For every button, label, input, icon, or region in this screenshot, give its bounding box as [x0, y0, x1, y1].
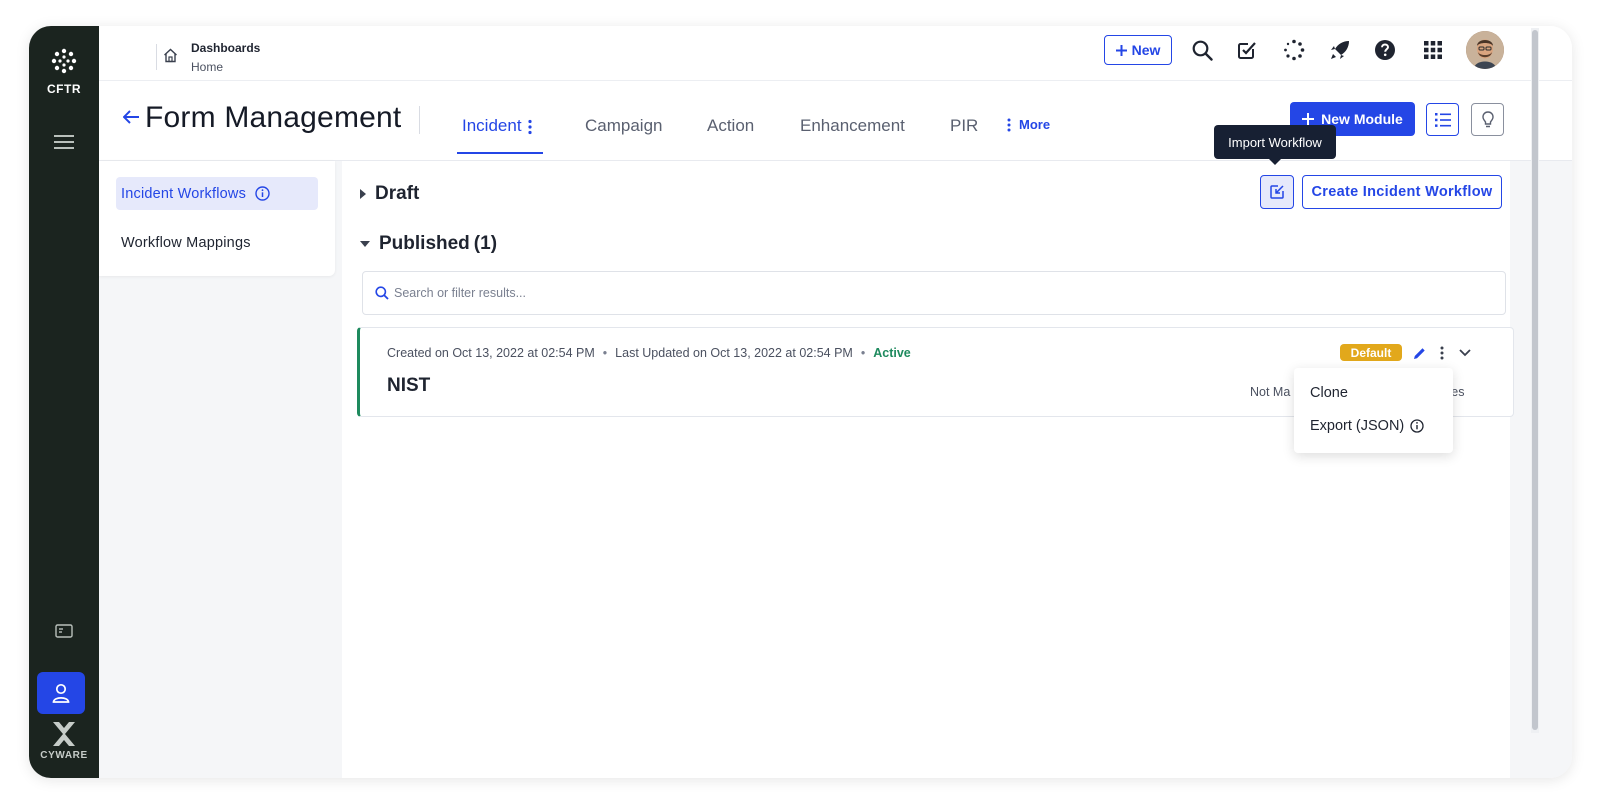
- plus-icon: [1302, 113, 1315, 125]
- search-icon: [375, 286, 389, 300]
- mapping-status-text: Not Ma: [1250, 385, 1291, 399]
- app-window: CFTR CYWARE Dashboards Home New Form Man…: [29, 26, 1572, 778]
- divider: [419, 106, 420, 134]
- active-tab-indicator: [457, 152, 543, 154]
- tab-action[interactable]: Action: [707, 116, 754, 136]
- list-icon: [1434, 112, 1451, 127]
- help-icon[interactable]: [1373, 38, 1397, 62]
- cyware-logo-icon: [53, 722, 75, 746]
- id-card-icon[interactable]: [51, 621, 77, 641]
- updated-date: Last Updated on Oct 13, 2022 at 02:54 PM: [615, 346, 853, 360]
- status-badge: Active: [873, 346, 911, 360]
- tab-incident[interactable]: Incident: [462, 116, 532, 136]
- caret-right-icon: [360, 189, 366, 199]
- caret-down-icon: [360, 241, 370, 247]
- apps-grid-icon[interactable]: [1421, 38, 1445, 62]
- new-button[interactable]: New: [1104, 35, 1172, 65]
- tab-enhancement[interactable]: Enhancement: [800, 116, 905, 136]
- tips-button[interactable]: [1471, 103, 1504, 136]
- search-input[interactable]: [394, 286, 1294, 300]
- avatar[interactable]: [1466, 31, 1504, 69]
- separator-dot: •: [860, 346, 866, 360]
- page-title: Form Management: [145, 101, 402, 134]
- tasks-check-icon[interactable]: [1235, 38, 1259, 62]
- breadcrumb-current: Home: [191, 60, 224, 74]
- sidebar-item-incident-workflows[interactable]: Incident Workflows: [116, 177, 318, 210]
- import-icon: [1270, 185, 1284, 199]
- tab-campaign[interactable]: Campaign: [585, 116, 663, 136]
- breadcrumb-parent[interactable]: Dashboards: [191, 41, 260, 55]
- chevron-down-icon[interactable]: [1456, 343, 1474, 363]
- workflow-actions-menu: Clone Export (JSON): [1294, 368, 1453, 453]
- import-workflow-tooltip: Import Workflow: [1214, 125, 1336, 165]
- menu-item-clone[interactable]: Clone: [1310, 385, 1348, 401]
- info-icon[interactable]: [1410, 419, 1424, 433]
- published-count: (1): [473, 233, 498, 254]
- list-view-button[interactable]: [1426, 103, 1459, 136]
- sidebar-item-workflow-mappings[interactable]: Workflow Mappings: [116, 226, 318, 259]
- create-incident-workflow-button[interactable]: Create Incident Workflow: [1302, 175, 1502, 209]
- workflow-name: NIST: [387, 375, 431, 396]
- tab-pir[interactable]: PIR: [950, 116, 978, 136]
- left-rail: CFTR CYWARE: [29, 26, 99, 778]
- draft-section-toggle[interactable]: Draft: [359, 183, 419, 205]
- kebab-menu-icon[interactable]: [1433, 343, 1451, 363]
- home-icon[interactable]: [163, 48, 178, 63]
- loading-spinner-icon[interactable]: [1282, 38, 1306, 62]
- divider: [156, 44, 157, 70]
- app-logo[interactable]: CFTR: [29, 48, 99, 96]
- search-bar[interactable]: [362, 271, 1506, 315]
- created-date: Created on Oct 13, 2022 at 02:54 PM: [387, 346, 595, 360]
- import-workflow-button[interactable]: [1260, 175, 1294, 209]
- plus-icon: [1115, 44, 1127, 56]
- main-panel: Draft Create Incident Workflow Published…: [342, 161, 1514, 778]
- cyware-brand: CYWARE: [29, 722, 99, 761]
- cftr-logo-icon: [51, 48, 77, 74]
- back-arrow-icon[interactable]: [123, 110, 139, 124]
- page-header: Form Management Incident Campaign Action…: [99, 82, 1572, 161]
- top-bar: Dashboards Home New: [99, 26, 1572, 81]
- kebab-icon: [1007, 118, 1011, 132]
- more-tabs-button[interactable]: More: [1007, 117, 1050, 132]
- kebab-icon[interactable]: [528, 119, 532, 135]
- separator-dot: •: [602, 346, 608, 360]
- hamburger-menu-icon[interactable]: [51, 130, 77, 154]
- default-badge: Default: [1340, 344, 1402, 361]
- menu-item-export-json[interactable]: Export (JSON): [1310, 418, 1424, 434]
- rocket-icon[interactable]: [1328, 38, 1352, 62]
- user-icon: [52, 683, 70, 703]
- profile-button[interactable]: [37, 672, 85, 714]
- scrollbar-thumb[interactable]: [1532, 30, 1538, 730]
- published-section-toggle[interactable]: Published (1): [359, 233, 497, 255]
- edit-pencil-icon[interactable]: [1410, 343, 1428, 363]
- info-icon[interactable]: [255, 186, 270, 201]
- workflow-sidebar: Incident Workflows Workflow Mappings: [99, 161, 335, 276]
- app-name: CFTR: [47, 82, 81, 96]
- workflow-meta: Created on Oct 13, 2022 at 02:54 PM • La…: [387, 346, 911, 360]
- lightbulb-icon: [1481, 110, 1494, 127]
- breadcrumb: Dashboards Home: [191, 41, 260, 74]
- search-icon[interactable]: [1190, 38, 1214, 62]
